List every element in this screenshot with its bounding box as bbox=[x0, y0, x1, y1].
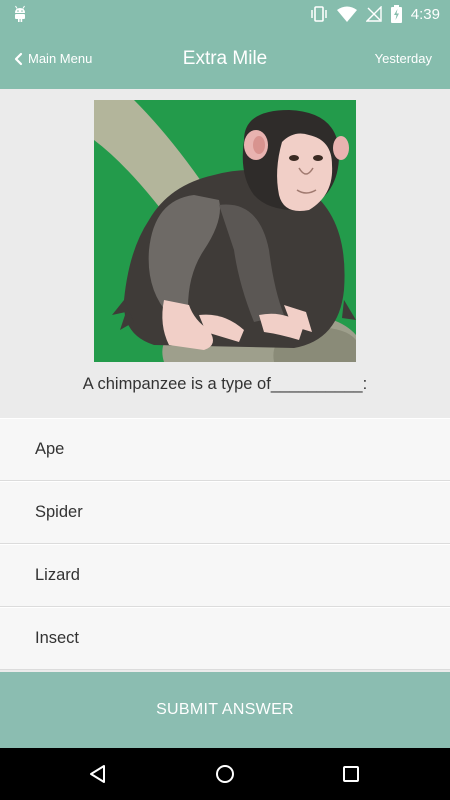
system-nav-bar bbox=[0, 748, 450, 800]
answer-option-lizard[interactable]: Lizard bbox=[0, 544, 450, 607]
nav-recents-button[interactable] bbox=[321, 748, 381, 800]
submit-answer-button[interactable]: SUBMIT ANSWER bbox=[0, 672, 450, 748]
answer-option-insect[interactable]: Insect bbox=[0, 607, 450, 670]
nav-back-button[interactable] bbox=[68, 748, 128, 800]
back-icon bbox=[90, 765, 105, 783]
question-area: A chimpanzee is a type of__________: bbox=[0, 89, 450, 418]
answer-list: Ape Spider Lizard Insect bbox=[0, 418, 450, 670]
no-signal-icon bbox=[365, 6, 382, 22]
answer-option-ape[interactable]: Ape bbox=[0, 418, 450, 481]
question-text: A chimpanzee is a type of__________: bbox=[82, 375, 368, 393]
wifi-icon bbox=[336, 6, 357, 22]
app-bar: Main Menu Extra Mile Yesterday bbox=[0, 28, 450, 89]
chevron-left-icon bbox=[14, 52, 23, 65]
recents-icon bbox=[343, 766, 359, 782]
vibrate-icon bbox=[311, 6, 327, 22]
chimpanzee-illustration bbox=[94, 100, 356, 362]
home-icon bbox=[216, 765, 234, 783]
main-menu-button[interactable]: Main Menu bbox=[14, 28, 92, 89]
battery-charging-icon bbox=[390, 5, 402, 23]
status-time: 4:39 bbox=[410, 5, 440, 23]
answer-option-spider[interactable]: Spider bbox=[0, 481, 450, 544]
main-menu-label: Main Menu bbox=[28, 51, 93, 66]
nav-home-button[interactable] bbox=[195, 748, 255, 800]
status-bar: 4:39 bbox=[0, 0, 450, 28]
date-selector[interactable]: Yesterday bbox=[375, 28, 432, 89]
android-debug-icon bbox=[15, 5, 25, 22]
